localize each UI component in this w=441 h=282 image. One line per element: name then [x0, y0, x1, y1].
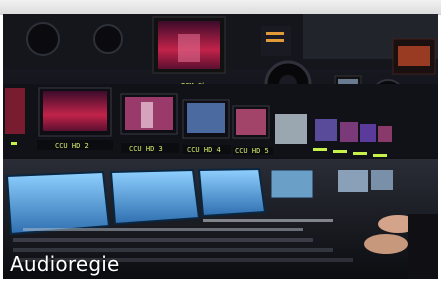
clock-digits: [398, 46, 430, 66]
monitor-8-screen: [340, 122, 358, 142]
monitor-1: [5, 88, 25, 134]
ccu2-label: CCU HD 2: [55, 142, 89, 150]
desk-screen-1: [5, 170, 111, 236]
ccu5-label: CCU HD 5: [235, 147, 269, 155]
monitor-7-screen: [315, 119, 337, 141]
monitor-2-screen: [43, 91, 107, 131]
monitor-10-screen: [378, 126, 392, 142]
ccu4-label: CCU HD 4: [187, 146, 221, 154]
desk-screen-2: [109, 168, 201, 226]
meter-bar-2: [266, 39, 284, 42]
tally-light-3: [333, 150, 347, 153]
monitor-6-screen: [275, 114, 307, 144]
desk-screen-6: [371, 170, 393, 190]
monitor-3-figure: [141, 102, 153, 128]
control-room-photo: PGM Show: [3, 14, 438, 279]
tally-light-2: [313, 148, 327, 151]
monitor-9-screen: [360, 124, 376, 142]
tally-light: [11, 142, 17, 145]
ccu3-label: CCU HD 3: [129, 145, 163, 153]
control-room-illustration: PGM Show: [3, 14, 438, 279]
speaker-left-2: [93, 24, 123, 54]
top-bar: [0, 0, 441, 15]
monitor-5-screen: [236, 109, 266, 135]
operator-sleeve: [408, 214, 438, 279]
operator-hand-2: [364, 234, 408, 254]
desk-screen-4: [270, 169, 314, 199]
tally-light-4: [353, 152, 367, 155]
pgm-stage-figure: [178, 34, 200, 62]
image-frame: PGM Show: [0, 0, 441, 282]
desk-screen-5: [338, 170, 368, 192]
tally-light-5: [373, 154, 387, 157]
speaker-left: [26, 22, 60, 56]
photo-caption: Audioregie: [10, 252, 120, 276]
meter-bar: [266, 32, 284, 35]
monitor-4-screen: [187, 103, 225, 133]
desk-screen-3: [197, 167, 267, 218]
